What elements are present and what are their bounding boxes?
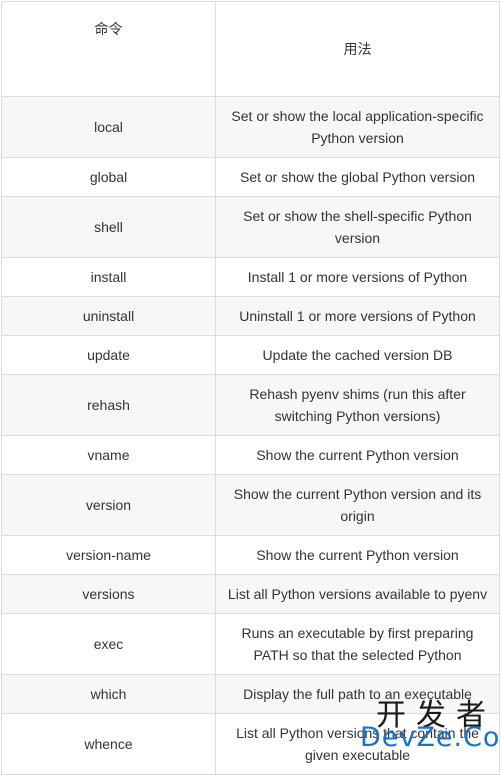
- usage-cell: Show the current Python version: [215, 535, 500, 575]
- command-cell: versions: [1, 574, 216, 614]
- command-cell: which: [1, 674, 216, 714]
- usage-cell: List all Python versions available to py…: [215, 574, 500, 614]
- usage-cell: Update the cached version DB: [215, 335, 500, 375]
- usage-cell: Uninstall 1 or more versions of Python: [215, 296, 500, 336]
- usage-cell: Show the current Python version and its …: [215, 474, 500, 536]
- usage-cell: Set or show the shell-specific Python ve…: [215, 196, 500, 258]
- table-row: update Update the cached version DB: [1, 335, 500, 375]
- table-row: install Install 1 or more versions of Py…: [1, 257, 500, 297]
- command-cell: shell: [1, 196, 216, 258]
- usage-cell: Runs an executable by first preparing PA…: [215, 613, 500, 675]
- table-row: whence List all Python versions that con…: [1, 713, 500, 775]
- table-row: exec Runs an executable by first prepari…: [1, 613, 500, 675]
- usage-cell: Rehash pyenv shims (run this after switc…: [215, 374, 500, 436]
- command-cell: vname: [1, 435, 216, 475]
- usage-cell: Set or show the global Python version: [215, 157, 500, 197]
- usage-cell: List all Python versions that contain th…: [215, 713, 500, 775]
- commands-table: 命令 用法 local Set or show the local applic…: [1, 1, 500, 775]
- table-row: which Display the full path to an execut…: [1, 674, 500, 714]
- command-cell: update: [1, 335, 216, 375]
- table-row: versions List all Python versions availa…: [1, 574, 500, 614]
- command-cell: rehash: [1, 374, 216, 436]
- table-row: local Set or show the local application-…: [1, 96, 500, 158]
- header-command: 命令: [1, 1, 216, 97]
- table-row: rehash Rehash pyenv shims (run this afte…: [1, 374, 500, 436]
- command-cell: exec: [1, 613, 216, 675]
- table-row: global Set or show the global Python ver…: [1, 157, 500, 197]
- table-row: uninstall Uninstall 1 or more versions o…: [1, 296, 500, 336]
- table-row: vname Show the current Python version: [1, 435, 500, 475]
- table-row: version Show the current Python version …: [1, 474, 500, 536]
- command-cell: version-name: [1, 535, 216, 575]
- table-row: version-name Show the current Python ver…: [1, 535, 500, 575]
- command-cell: global: [1, 157, 216, 197]
- usage-cell: Show the current Python version: [215, 435, 500, 475]
- command-cell: uninstall: [1, 296, 216, 336]
- command-cell: whence: [1, 713, 216, 775]
- command-cell: install: [1, 257, 216, 297]
- header-row: 命令 用法: [1, 1, 500, 97]
- usage-cell: Install 1 or more versions of Python: [215, 257, 500, 297]
- command-cell: local: [1, 96, 216, 158]
- usage-cell: Set or show the local application-specif…: [215, 96, 500, 158]
- usage-cell: Display the full path to an executable: [215, 674, 500, 714]
- header-usage: 用法: [215, 1, 500, 97]
- command-cell: version: [1, 474, 216, 536]
- table-row: shell Set or show the shell-specific Pyt…: [1, 196, 500, 258]
